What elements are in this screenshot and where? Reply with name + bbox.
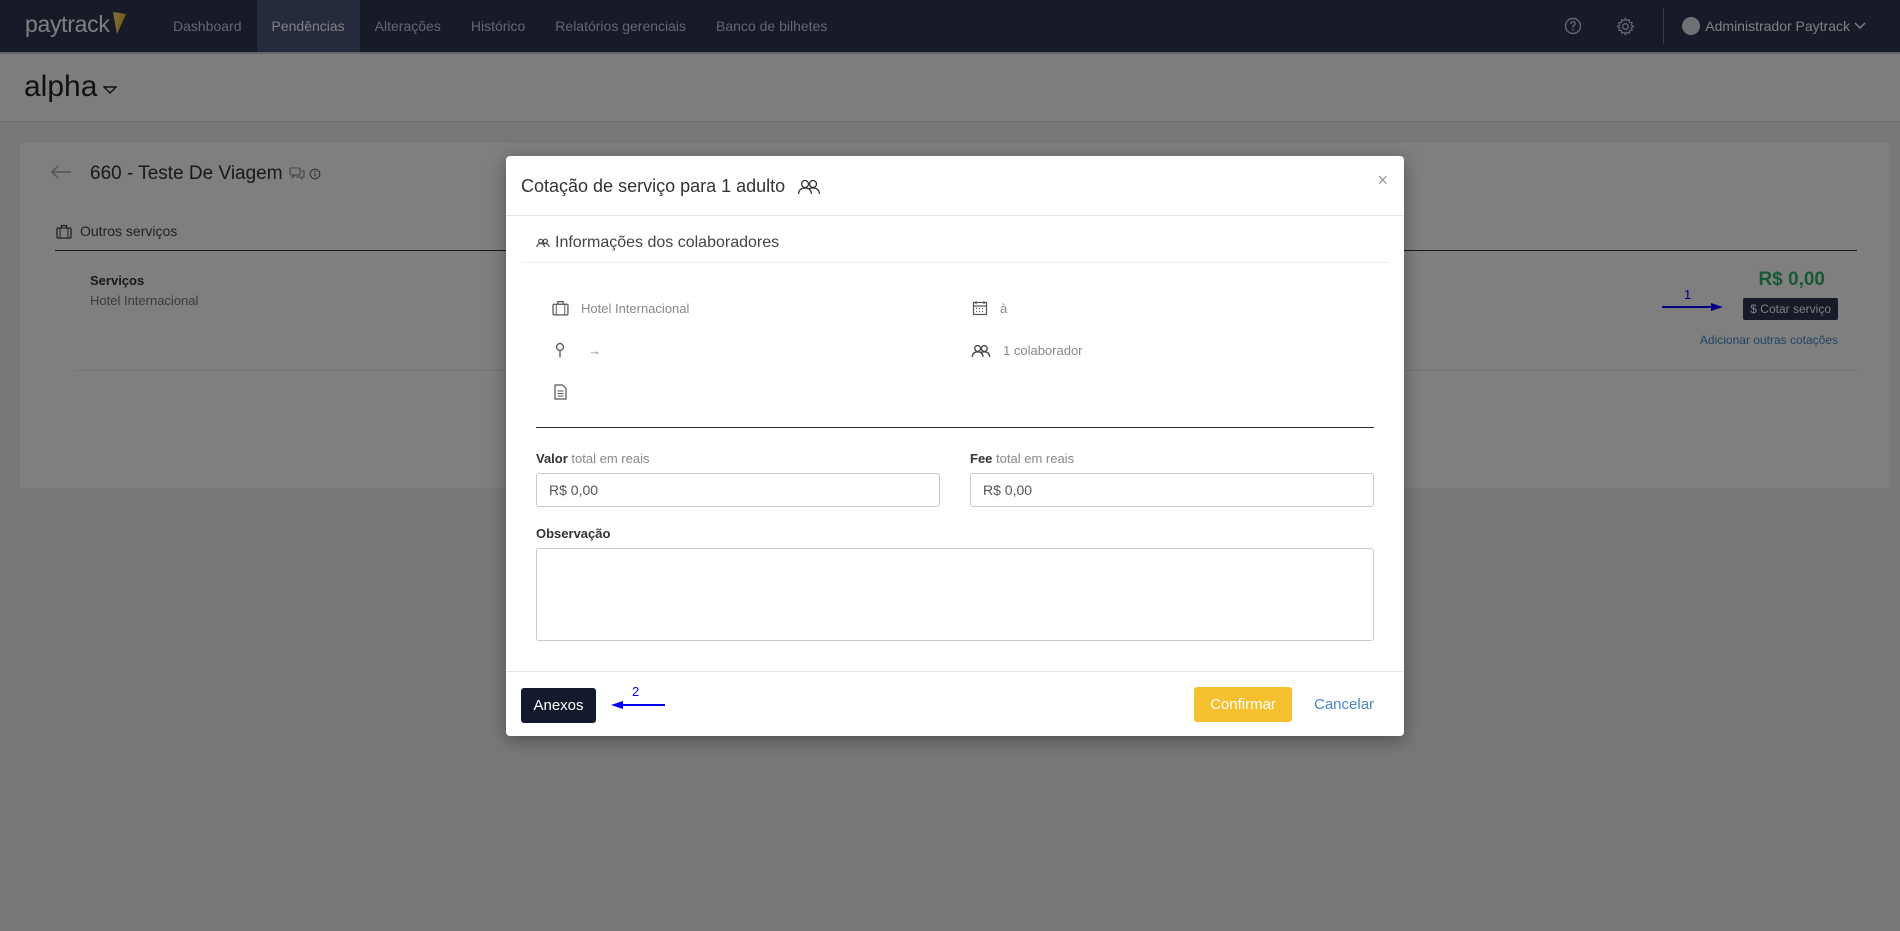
fee-label-bold: Fee	[970, 451, 993, 466]
info-divider	[521, 262, 1389, 263]
hotel-name: Hotel Internacional	[581, 300, 690, 316]
calendar-icon	[972, 301, 988, 316]
valor-label-rest: total em reais	[571, 451, 650, 466]
valor-label-bold: Valor	[536, 451, 568, 466]
collaborators-info-heading: Informações dos colaboradores	[536, 234, 779, 252]
attachments-button[interactable]: Anexos	[521, 688, 596, 723]
modal-title-text: Cotação de serviço para 1 adulto	[521, 176, 786, 196]
users-icon	[971, 344, 991, 357]
map-pin-icon	[555, 342, 565, 358]
annotation-arrow-left-icon	[611, 701, 665, 709]
observation-textarea[interactable]	[536, 548, 1374, 641]
dates-value: à	[1000, 300, 1008, 316]
collaborators-info: 1 colaborador	[971, 343, 1083, 358]
modal-header: Cotação de serviço para 1 adulto ×	[506, 156, 1404, 216]
collaborators-count: 1 colaborador	[1003, 343, 1083, 358]
observation-label: Observação	[536, 526, 611, 541]
info-heading-text: Informações dos colaboradores	[555, 234, 780, 251]
modal-title: Cotação de serviço para 1 adulto	[521, 176, 821, 197]
valor-input[interactable]	[536, 473, 940, 507]
valor-label: Valor total em reais	[536, 451, 649, 466]
close-button[interactable]: ×	[1377, 170, 1388, 191]
confirm-button[interactable]: Confirmar	[1194, 687, 1292, 722]
hotel-info: Hotel Internacional	[552, 300, 689, 316]
route-value: →	[588, 342, 601, 358]
users-icon	[536, 238, 550, 248]
notes-info	[554, 384, 567, 400]
annotation-label-2: 2	[632, 684, 640, 699]
suitcase-icon	[552, 300, 569, 316]
quote-modal: Cotação de serviço para 1 adulto × Infor…	[506, 156, 1404, 736]
fee-label: Fee total em reais	[970, 451, 1074, 466]
fee-input[interactable]	[970, 473, 1374, 507]
modal-footer: Anexos 2 Confirmar Cancelar	[506, 671, 1404, 736]
users-icon	[798, 179, 821, 194]
cancel-button[interactable]: Cancelar	[1314, 696, 1374, 713]
fee-label-rest: total em reais	[996, 451, 1075, 466]
document-icon	[554, 384, 567, 400]
details-divider	[536, 427, 1374, 428]
route-info: →	[554, 342, 601, 358]
dates-info: à	[972, 300, 1007, 316]
